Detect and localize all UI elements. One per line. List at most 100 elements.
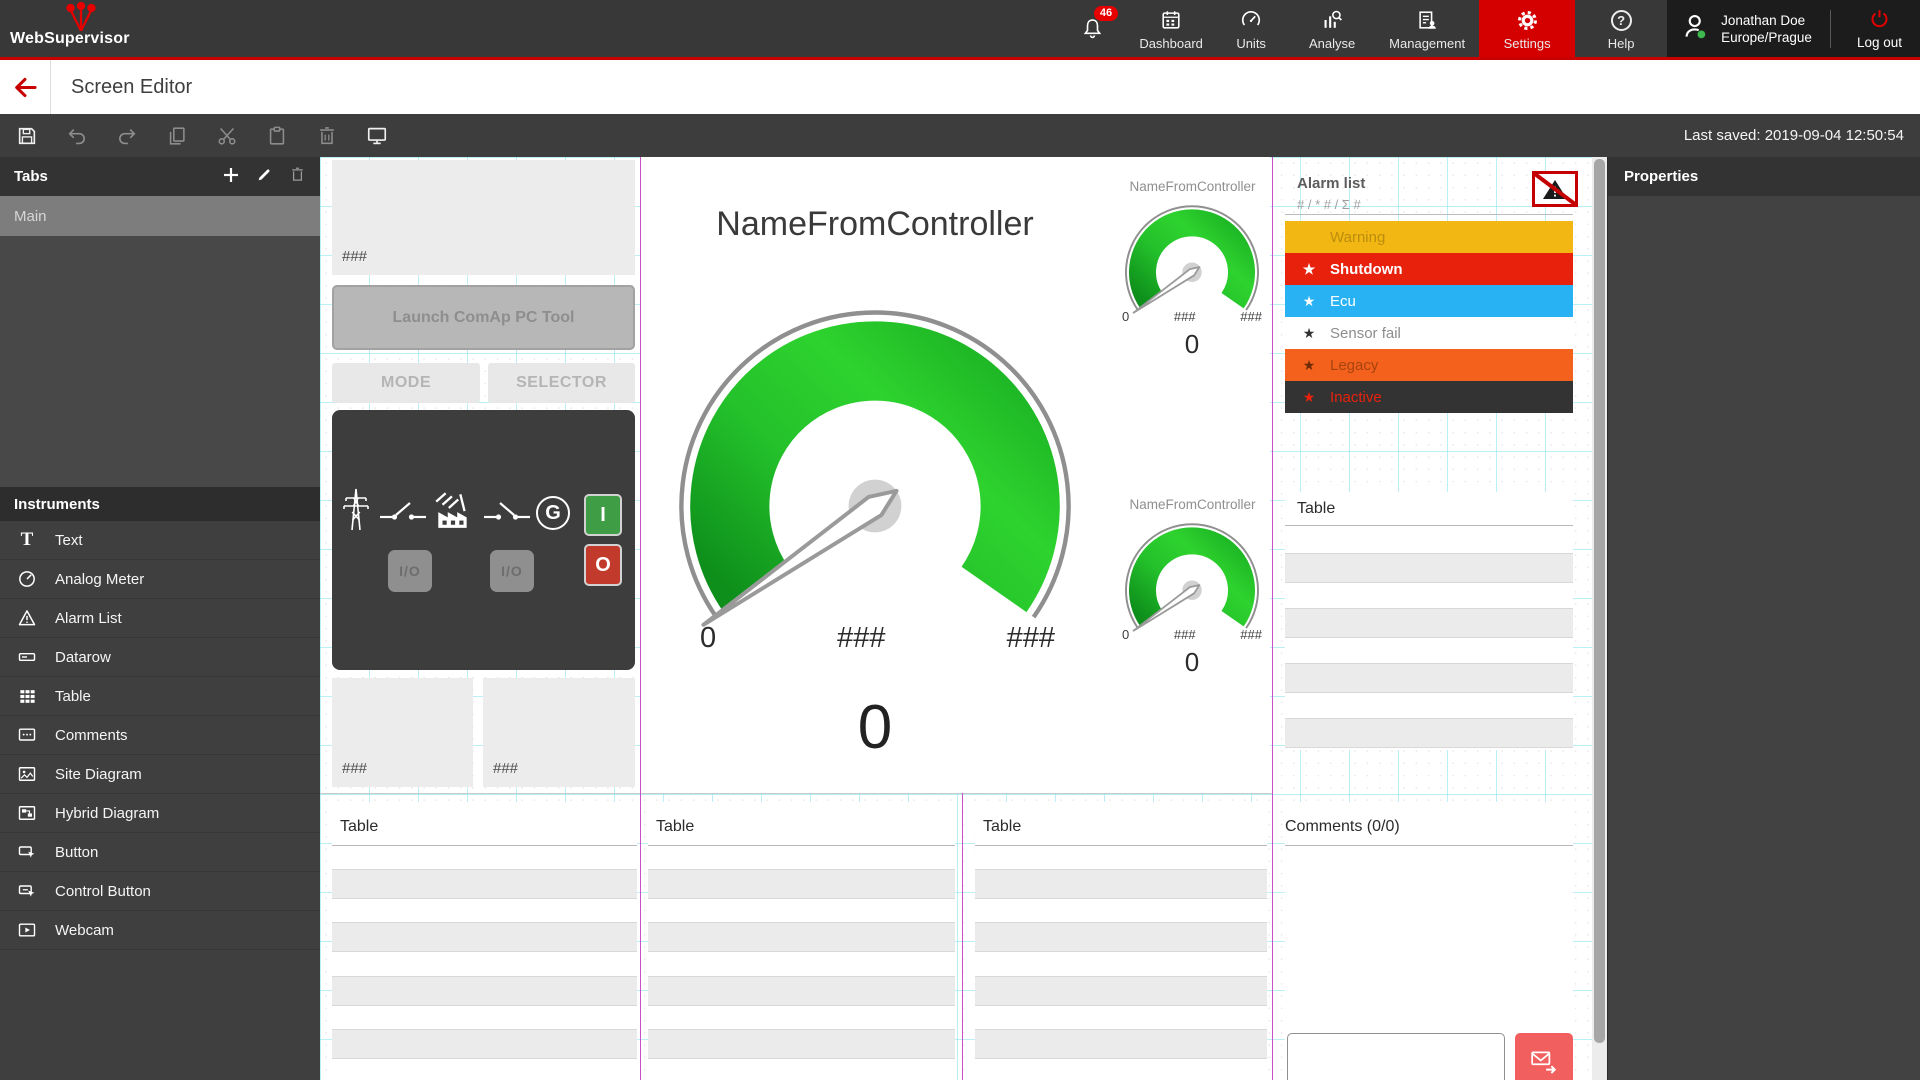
logout-button[interactable]: Log out [1849,8,1910,50]
sidebar-item-analog-meter[interactable]: Analog Meter [0,560,320,599]
hybrid-diagram-icon [14,803,40,823]
back-button[interactable] [0,60,50,114]
properties-header: Properties [1608,157,1920,196]
gauge-min: 0 [1122,309,1129,324]
chart-magnifier-icon [1321,8,1343,32]
nav-management[interactable]: Management [1375,0,1479,57]
alarm-row: ★ Ecu [1285,285,1573,317]
stop-button[interactable]: O [584,544,622,586]
add-tab-button[interactable] [222,166,240,188]
canvas-scrollbar[interactable] [1592,157,1607,1080]
nav-analyse-label: Analyse [1309,36,1355,51]
nav-help-label: Help [1608,36,1635,51]
editor-canvas[interactable]: ### Launch ComAp PC Tool MODE SELECTOR [320,157,1592,1080]
text-widget[interactable]: ### [483,678,635,787]
last-saved-status: Last saved: 2019-09-04 12:50:54 [1684,127,1904,144]
sidebar-item-comments[interactable]: Comments [0,716,320,755]
comments-widget[interactable]: Comments (0/0) [1285,802,1573,1080]
instrument-label: Text [55,532,83,549]
properties-title: Properties [1624,168,1698,185]
user-timezone: Europe/Prague [1721,29,1812,46]
page-header: Screen Editor [0,60,1920,114]
table-widget[interactable]: Table [648,802,955,1080]
io-button-left[interactable]: I/O [388,550,432,592]
nav-units[interactable]: Units [1213,0,1289,57]
control-panel-widget[interactable]: G I I/O I/O O [332,410,635,670]
undo-button[interactable] [66,125,88,147]
stop-button-label: O [595,554,611,577]
copy-button[interactable] [166,125,188,147]
table-row [975,1029,1267,1059]
cut-button[interactable] [216,125,238,147]
small-gauge-value: 0 [1142,647,1242,678]
webcam-play-icon [14,920,40,940]
alarm-row-label: Inactive [1330,389,1382,406]
delete-tab-button[interactable] [289,166,306,187]
launch-pc-tool-button[interactable]: Launch ComAp PC Tool [332,285,635,350]
table-row [975,976,1267,1006]
send-comment-button[interactable] [1515,1033,1573,1080]
table-row [1285,718,1573,748]
mode-button[interactable]: MODE [332,363,480,403]
alarm-list-widget[interactable]: Alarm list # / * # / Σ # Warning ★ Shutd… [1285,165,1573,415]
start-button[interactable]: I [584,494,622,536]
table-row [332,869,637,899]
alarm-row-label: Sensor fail [1330,325,1401,342]
instrument-label: Button [55,844,98,861]
sidebar-item-table[interactable]: Table [0,677,320,716]
nav-settings-active[interactable]: Settings [1479,0,1575,57]
sidebar-item-datarow[interactable]: Datarow [0,638,320,677]
mains-tower-icon [340,484,372,537]
nav-analyse[interactable]: Analyse [1289,0,1375,57]
edit-tab-button[interactable] [256,166,273,187]
gauge-mid: ### [1174,627,1196,642]
sidebar-empty-area [0,950,320,1080]
alarm-row: ★ Sensor fail [1285,317,1573,349]
selector-button-label: SELECTOR [516,374,607,392]
sidebar-item-button[interactable]: Button [0,833,320,872]
selector-button[interactable]: SELECTOR [488,363,635,403]
text-widget[interactable]: ### [332,160,635,275]
text-widget[interactable]: ### [332,678,473,787]
io-button-label: I/O [501,563,523,579]
comment-input[interactable] [1287,1033,1505,1080]
table-widget[interactable]: Table [1285,492,1573,750]
alarm-notifications-button[interactable]: 46 [1055,0,1129,57]
paste-button[interactable] [266,125,288,147]
app-logo[interactable]: WebSupervisor [0,0,210,57]
preview-button[interactable] [366,125,388,147]
table-widget[interactable]: Table [975,802,1267,1080]
small-analog-gauge[interactable] [1117,519,1267,644]
alarm-row-label: Legacy [1330,357,1378,374]
tab-item-main[interactable]: Main [0,196,320,236]
redo-button[interactable] [116,125,138,147]
table-row [648,1029,955,1059]
breaker-closed-icon [484,498,530,531]
nav-dashboard[interactable]: Dashboard [1129,0,1213,57]
sidebar-item-webcam[interactable]: Webcam [0,911,320,950]
sidebar-item-control-button[interactable]: Control Button [0,872,320,911]
table-title: Table [983,818,1021,836]
text-icon: T [14,529,40,551]
small-gauge-title: NameFromController [1105,497,1280,512]
table-row [332,922,637,952]
analog-meter-icon [14,569,40,589]
delete-button[interactable] [316,125,338,147]
sidebar-item-text[interactable]: T Text [0,521,320,560]
io-button-right[interactable]: I/O [490,550,534,592]
nav-help[interactable]: ? Help [1575,0,1667,57]
table-row [1285,608,1573,638]
alarm-list-subtitle: # / * # / Σ # [1297,197,1361,212]
small-analog-gauge[interactable] [1117,201,1267,326]
instrument-label: Hybrid Diagram [55,805,159,822]
scrollbar-thumb[interactable] [1594,159,1605,1043]
sidebar-item-alarm-list[interactable]: Alarm List [0,599,320,638]
widget-boundary-line [640,157,641,1080]
table-widget[interactable]: Table [332,802,637,1080]
user-menu[interactable]: Jonathan Doe Europe/Prague Log out [1667,0,1920,57]
instruments-panel-header: Instruments [0,487,320,521]
large-analog-gauge[interactable] [655,297,1095,654]
sidebar-item-hybrid-diagram[interactable]: Hybrid Diagram [0,794,320,833]
save-button[interactable] [16,125,38,147]
sidebar-item-site-diagram[interactable]: Site Diagram [0,755,320,794]
